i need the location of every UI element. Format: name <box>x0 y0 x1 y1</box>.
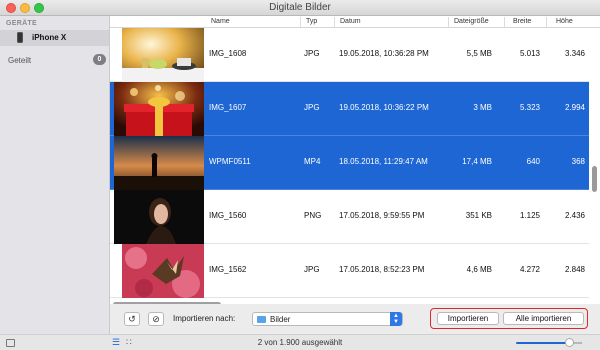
file-name: IMG_1607 <box>209 103 247 112</box>
destination-select[interactable]: Bilder ▲ ▼ <box>252 312 403 326</box>
destination-folder-value: Bilder <box>270 315 291 324</box>
sidebar-item-iphone[interactable]: iPhone X <box>0 30 109 46</box>
rotate-button[interactable]: ↺ <box>124 312 140 326</box>
column-header-date[interactable]: Datum <box>340 18 361 25</box>
file-type: JPG <box>304 49 320 58</box>
file-date: 19.05.2018, 10:36:22 PM <box>339 103 429 112</box>
selection-count: 2 von 1.900 ausgewählt <box>257 338 343 347</box>
thumbnail-image <box>114 82 204 136</box>
file-type: MP4 <box>304 157 321 166</box>
sidebar-item-shared[interactable]: Geteilt <box>8 56 31 65</box>
thumbnail-image <box>122 244 204 298</box>
window-title: Digitale Bilder <box>269 2 331 13</box>
iphone-icon <box>17 32 23 43</box>
image-height: 3.346 <box>564 49 585 58</box>
file-name: IMG_1608 <box>209 49 247 58</box>
folder-icon <box>257 316 266 323</box>
status-bar: ☰ ∷ 2 von 1.900 ausgewählt <box>0 334 600 350</box>
file-date: 18.05.2018, 11:29:47 AM <box>339 157 428 166</box>
sidebar: GERÄTE iPhone X Geteilt 0 <box>0 16 110 334</box>
table-row[interactable]: WPMF0511 MP4 18.05.2018, 11:29:47 AM 17,… <box>110 136 589 190</box>
file-date: 17.05.2018, 9:59:55 PM <box>339 211 425 220</box>
image-width: 5.323 <box>519 103 540 112</box>
file-type: JPG <box>304 265 320 274</box>
sidebar-item-label: iPhone X <box>32 33 67 42</box>
image-height: 368 <box>571 157 585 166</box>
shared-count-badge: 0 <box>93 54 106 65</box>
import-toolbar: ↺ ⊘ Importieren nach: Bilder ▲ ▼ Importie… <box>110 304 600 334</box>
image-height: 2.848 <box>564 265 585 274</box>
delete-button[interactable]: ⊘ <box>148 312 164 326</box>
table-row[interactable]: IMG_1608 JPG 19.05.2018, 10:36:28 PM 5,5… <box>110 28 589 82</box>
column-header-type[interactable]: Typ <box>306 18 317 25</box>
image-width: 1.125 <box>519 211 540 220</box>
import-to-label: Importieren nach: <box>173 314 236 323</box>
devices-section-title: GERÄTE <box>6 20 37 27</box>
image-width: 4.272 <box>519 265 540 274</box>
image-capture-window: Digitale Bilder GERÄTE iPhone X Geteilt … <box>0 0 600 350</box>
import-button[interactable]: Importieren <box>437 312 499 325</box>
file-size: 5,5 MB <box>466 49 492 58</box>
image-list: Name Typ Datum Dateigröße Breite Höhe IM… <box>110 16 600 304</box>
column-header-size[interactable]: Dateigröße <box>454 18 489 25</box>
image-width: 640 <box>526 157 540 166</box>
file-type: JPG <box>304 103 320 112</box>
file-date: 19.05.2018, 10:36:28 PM <box>339 49 429 58</box>
thumbnail-image <box>122 28 204 82</box>
file-name: IMG_1562 <box>209 265 247 274</box>
import-all-button[interactable]: Alle importieren <box>503 312 584 325</box>
table-row[interactable]: IMG_1560 PNG 17.05.2018, 9:59:55 PM 351 … <box>110 190 589 244</box>
updown-chevron-icon: ▲ ▼ <box>390 312 402 326</box>
file-size: 351 KB <box>465 211 492 220</box>
title-bar: Digitale Bilder <box>0 0 600 16</box>
no-entry-icon: ⊘ <box>152 314 160 324</box>
file-size: 3 MB <box>473 103 492 112</box>
file-size: 17,4 MB <box>462 157 492 166</box>
image-width: 5.013 <box>519 49 540 58</box>
table-row[interactable]: IMG_1562 JPG 17.05.2018, 8:52:23 PM 4,6 … <box>110 244 589 298</box>
rotate-icon: ↺ <box>128 314 136 324</box>
sidebar-toggle-icon[interactable] <box>6 339 15 347</box>
column-header-name[interactable]: Name <box>211 18 230 25</box>
vertical-scrollbar[interactable] <box>592 166 597 192</box>
file-size: 4,6 MB <box>466 265 492 274</box>
image-height: 2.994 <box>564 103 585 112</box>
column-header-height[interactable]: Höhe <box>556 18 573 25</box>
thumbnail-image <box>114 190 204 244</box>
table-row[interactable]: IMG_1607 JPG 19.05.2018, 10:36:22 PM 3 M… <box>110 82 589 136</box>
image-height: 2.436 <box>564 211 585 220</box>
file-name: IMG_1560 <box>209 211 247 220</box>
file-date: 17.05.2018, 8:52:23 PM <box>339 265 425 274</box>
thumbnail-image <box>114 136 204 190</box>
file-type: PNG <box>304 211 322 220</box>
table-header: Name Typ Datum Dateigröße Breite Höhe <box>110 16 600 28</box>
slider-knob[interactable] <box>565 338 574 347</box>
file-name: WPMF0511 <box>209 157 251 166</box>
import-actions-highlight: Importieren Alle importieren <box>430 308 588 329</box>
column-header-width[interactable]: Breite <box>513 18 531 25</box>
